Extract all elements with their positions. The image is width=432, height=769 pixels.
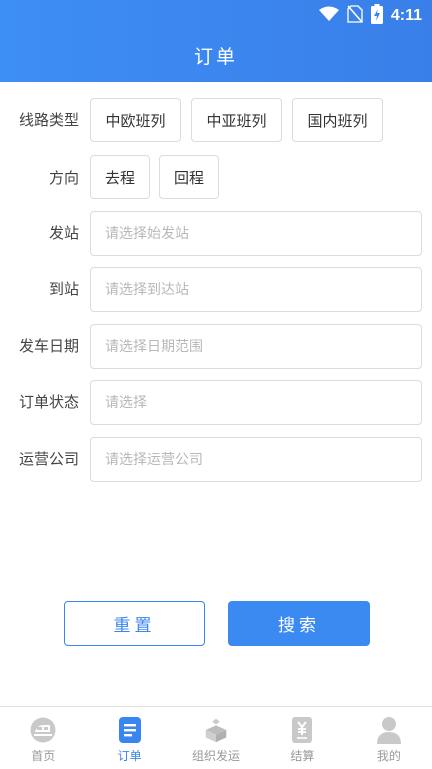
operator-input[interactable] [103,450,421,469]
tab-profile-label: 我的 [376,749,401,763]
tab-orders[interactable]: 订单 [86,707,172,769]
bottom-tab-bar: 首页 订单 组织发运 结算 我的 [0,706,432,769]
route-type-label: 线路类型 [18,111,79,129]
status-row: 订单状态 [0,380,432,426]
direction-label: 方向 [48,169,79,187]
departure-input[interactable] [103,224,421,243]
settlement-yen-icon [288,716,316,744]
no-sim-icon [347,5,363,27]
user-icon [375,716,403,744]
tab-settlement[interactable]: 结算 [259,707,345,769]
departure-field[interactable] [90,211,422,256]
date-label: 发车日期 [18,337,79,355]
tab-orders-label: 订单 [117,749,142,763]
status-field[interactable] [90,380,422,425]
direction-outbound-chip[interactable]: 去程 [90,155,150,199]
status-input[interactable] [103,393,421,412]
status-label: 订单状态 [18,393,79,411]
app-header: 4:11 订单 [0,0,432,82]
route-type-china-central-asia-chip[interactable]: 中亚班列 [191,98,282,142]
reset-button[interactable]: 重置 [64,601,205,646]
departure-row: 发站 [0,211,432,257]
shipping-icon [202,716,230,744]
operator-label: 运营公司 [18,450,79,468]
direction-row: 方向 去程 回程 [0,155,432,201]
date-range-field[interactable] [90,324,422,369]
wifi-icon [318,6,339,26]
operator-field[interactable] [90,437,422,482]
battery-charging-icon [370,4,383,28]
direction-return-chip[interactable]: 回程 [159,155,219,199]
date-range-input[interactable] [103,337,421,356]
arrival-field[interactable] [90,267,422,312]
arrival-label: 到站 [48,280,79,298]
tab-shipping-label: 组织发运 [192,749,241,763]
route-type-row: 线路类型 中欧班列 中亚班列 国内班列 [0,98,432,144]
status-bar: 4:11 [318,4,422,28]
operator-row: 运营公司 [0,437,432,483]
tab-home-label: 首页 [31,749,56,763]
route-type-china-europe-chip[interactable]: 中欧班列 [90,98,181,142]
tab-shipping[interactable]: 组织发运 [173,707,259,769]
page-title: 订单 [193,46,238,68]
departure-label: 发站 [48,224,79,242]
tab-profile[interactable]: 我的 [346,707,432,769]
order-doc-icon [116,716,144,744]
arrival-row: 到站 [0,267,432,313]
route-type-domestic-chip[interactable]: 国内班列 [292,98,383,142]
tab-settlement-label: 结算 [290,749,315,763]
arrival-input[interactable] [103,280,421,299]
home-train-icon [29,716,57,744]
clock: 4:11 [390,7,422,24]
date-row: 发车日期 [0,324,432,370]
search-button[interactable]: 搜索 [228,601,370,646]
tab-home[interactable]: 首页 [0,707,86,769]
